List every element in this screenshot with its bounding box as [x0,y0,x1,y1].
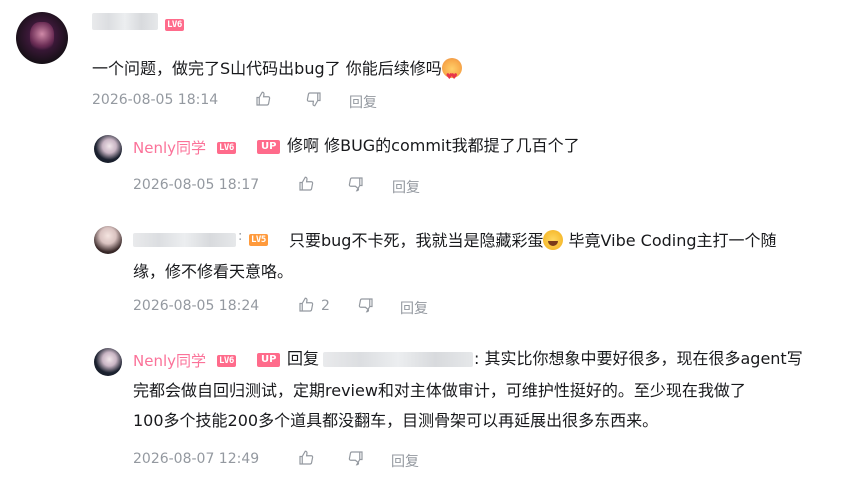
comment-time: 2026-08-05 18:17 [133,177,260,193]
avatar[interactable] [94,348,122,376]
dislike-button[interactable] [347,449,365,471]
thumb-down-icon [348,177,363,192]
like-button[interactable] [297,296,315,318]
up-badge: UP [257,353,281,367]
comment-text-part2: 毕竟Vibe Coding主打一个随 [563,231,777,250]
comment-text-body: 一个问题，做完了S山代码出bug了 你能后续修吗 [92,59,442,78]
level-badge: LV6 [165,19,184,31]
thumb-down-icon [358,298,373,313]
comment-text: 一个问题，做完了S山代码出bug了 你能后续修吗 [92,53,462,92]
username[interactable]: Nenly同学 [133,137,206,158]
comment-text: 修啊 修BUG的commit我都提了几百个了 [287,136,580,155]
username-redacted[interactable] [133,233,236,247]
comment-time: 2026-08-05 18:14 [92,92,219,108]
separator: : [238,229,243,244]
reply-target-redacted[interactable] [323,352,473,367]
level-badge: LV6 [217,142,236,154]
like-button[interactable] [297,449,315,471]
thumb-down-icon [306,92,321,107]
like-count: 2 [321,298,330,314]
username-redacted[interactable] [92,13,158,30]
comment-time: 2026-08-07 12:49 [133,451,260,467]
like-button[interactable] [254,90,272,112]
like-button[interactable] [297,175,315,197]
dislike-button[interactable] [305,90,323,112]
dislike-button[interactable] [347,175,365,197]
comment-text-line3: 100多个技能200多个道具都没翻车，目测骨架可以再延展出很多东西来。 [133,411,659,430]
reply-button[interactable]: 回复 [391,451,419,471]
comment-text: 只要bug不卡死，我就当是隐藏彩蛋 毕竟Vibe Coding主打一个随 [289,225,777,256]
reply-button[interactable]: 回复 [400,298,428,318]
avatar[interactable] [16,12,68,64]
thumb-up-icon [256,91,271,106]
level-badge: LV6 [217,355,236,367]
thumb-up-icon [299,450,314,465]
avatar[interactable] [94,135,122,163]
thumb-up-icon [299,176,314,191]
comment-text-part1: 只要bug不卡死，我就当是隐藏彩蛋 [289,231,544,250]
reply-button[interactable]: 回复 [392,177,420,197]
heart-eyes-emoji-icon [441,58,462,92]
avatar[interactable] [94,226,122,254]
up-badge: UP [257,140,281,154]
username[interactable]: Nenly同学 [133,350,206,371]
reply-prefix: 回复 [287,349,320,368]
thumb-down-icon [348,451,363,466]
level-badge: LV5 [249,234,268,246]
comment-text: : 其实比你想象中要好很多，现在很多agent写 [474,349,803,368]
laughing-emoji-icon [543,230,564,250]
reply-button[interactable]: 回复 [349,92,377,112]
comment-text-line2: 缘，修不修看天意咯。 [133,262,294,281]
comment-text-line2: 完都会做自回归测试，定期review和对主体做审计，可维护性挺好的。至少现在我做… [133,381,746,400]
thumb-up-icon [299,297,314,312]
dislike-button[interactable] [357,296,375,318]
comment-time: 2026-08-05 18:24 [133,298,260,314]
